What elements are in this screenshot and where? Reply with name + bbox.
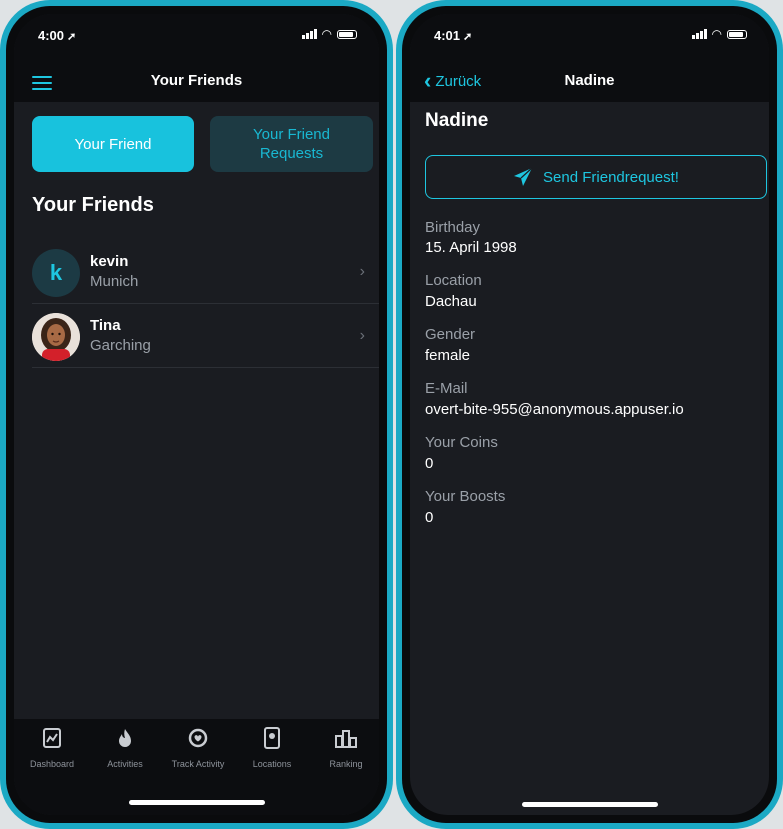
field-value-email: overt-bite-955@anonymous.appuser.io [425,401,684,418]
list-item-friend[interactable]: k kevin Munich › [32,241,379,304]
section-title: Your Friends [32,194,154,216]
status-time: 4:01 ➚ [434,28,472,43]
field-label-birthday: Birthday [425,219,481,236]
friends-list-screen: 4:00 ➚ ◠ Your Friends Your Friend Your Fr… [14,14,379,815]
status-time-text: 4:01 [434,28,461,43]
phone-frame-right: 4:01 ➚ ◠ ‹ Zurück Nadine Nadine Send Frie… [396,0,783,829]
friend-name: Tina [90,317,121,334]
status-time: 4:00 ➚ [38,28,76,43]
signal-icon [691,29,707,39]
phone-bezel: 4:00 ➚ ◠ Your Friends Your Friend Your Fr… [6,6,387,823]
location-arrow-icon: ➚ [463,31,473,43]
field-value-boosts: 0 [425,509,434,526]
bottom-tab-bar: Dashboard Activities Track Activity Loca… [14,719,379,815]
tab-dashboard[interactable]: Dashboard [22,727,82,769]
tab-ranking[interactable]: Ranking [316,727,376,769]
field-label-boosts: Your Boosts [425,488,506,505]
map-pin-icon [261,727,283,749]
chevron-right-icon: › [359,327,365,344]
battery-icon [337,29,357,39]
send-button-label: Send Friendrequest! [543,168,679,186]
tab-label: Track Activity [171,759,225,769]
home-indicator[interactable] [128,800,265,805]
tab-your-friend[interactable]: Your Friend [32,116,194,172]
field-value-location: Dachau [425,293,477,310]
paper-plane-icon [514,167,533,186]
field-value-gender: female [425,347,471,364]
friend-name: kevin [90,253,129,270]
field-label-email: E-Mail [425,380,468,397]
status-icons: ◠ [691,27,747,41]
avatar: k [32,249,80,297]
phone-frame-left: 4:00 ➚ ◠ Your Friends Your Friend Your Fr… [0,0,393,829]
podium-icon [335,727,357,749]
chevron-right-icon: › [359,263,365,280]
tab-locations[interactable]: Locations [242,727,302,769]
status-bar: 4:00 ➚ ◠ [14,14,379,62]
tab-friend-requests-label: Your Friend Requests [253,126,330,162]
send-friend-request-button[interactable]: Send Friendrequest! [425,155,767,199]
status-time-text: 4:00 [38,28,65,43]
page-title: Nadine [564,72,615,89]
avatar [32,313,80,361]
profile-name: Nadine [425,110,489,131]
tab-activities[interactable]: Activities [95,727,155,769]
location-arrow-icon: ➚ [67,31,77,43]
field-label-location: Location [425,272,482,289]
home-indicator[interactable] [521,802,658,807]
heart-rate-icon [187,727,209,749]
nav-bar: Your Friends [14,62,379,102]
wifi-icon: ◠ [711,27,722,41]
tab-label: Locations [252,759,292,769]
dashboard-icon [41,727,63,749]
wifi-icon: ◠ [321,27,332,41]
signal-icon [301,29,317,39]
field-value-coins: 0 [425,455,434,472]
field-label-coins: Your Coins [425,434,498,451]
tab-friend-requests[interactable]: Your Friend Requests [210,116,373,172]
friend-location: Garching [90,337,151,354]
field-label-gender: Gender [425,326,476,343]
flame-icon [114,727,136,749]
phone-bezel: 4:01 ➚ ◠ ‹ Zurück Nadine Nadine Send Frie… [402,6,777,823]
friend-detail-screen: 4:01 ➚ ◠ ‹ Zurück Nadine Nadine Send Frie… [410,14,769,815]
tab-label: Ranking [329,759,363,769]
nav-bar: ‹ Zurück Nadine [410,62,769,102]
tab-label: Activities [107,759,143,769]
field-value-birthday: 15. April 1998 [425,239,517,256]
list-item-friend[interactable]: Tina Garching › [32,305,379,368]
battery-icon [727,29,747,39]
page-title: Your Friends [150,72,243,89]
avatar-image-icon [32,313,80,361]
tab-label: Dashboard [29,759,75,769]
status-bar: 4:01 ➚ ◠ [410,14,769,62]
tab-track-activity[interactable]: Track Activity [168,727,228,769]
friend-location: Munich [90,273,139,290]
status-icons: ◠ [301,27,357,41]
